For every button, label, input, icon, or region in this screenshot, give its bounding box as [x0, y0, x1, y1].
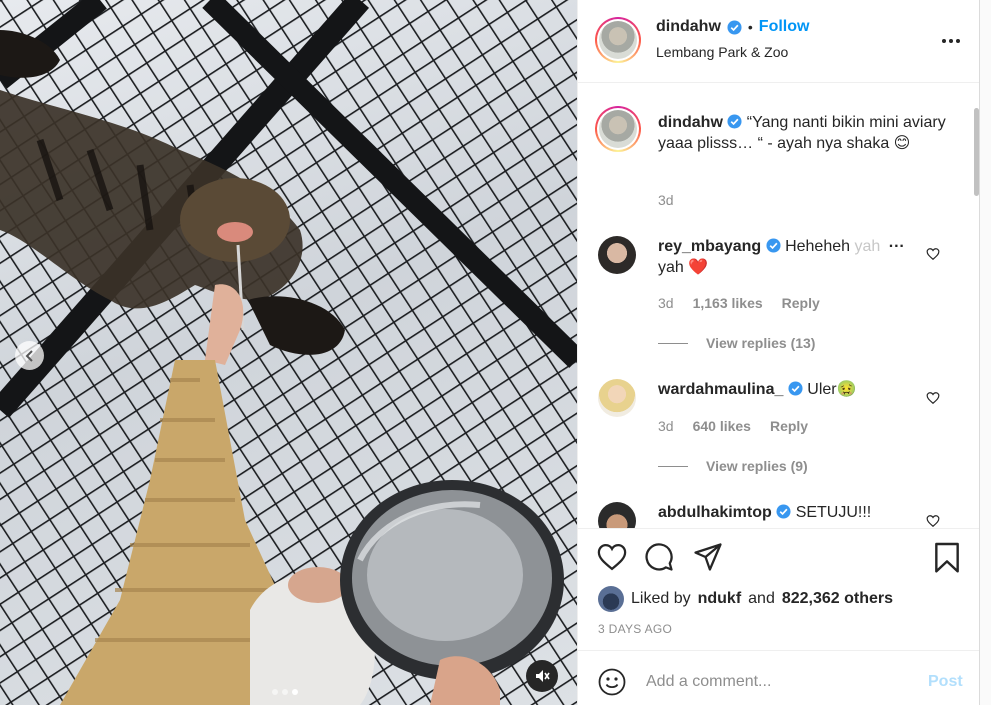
comment-username[interactable]: wardahmaulina_ [658, 381, 783, 398]
comment-username[interactable]: rey_mbayang [658, 238, 761, 255]
comment-body: abdulhakimtop SETUJU!!! [658, 502, 918, 523]
liker-avatar[interactable] [598, 586, 624, 612]
comment-more-icon[interactable]: ··· [889, 238, 905, 255]
like-comment-heart-icon[interactable] [926, 391, 940, 405]
carousel-dot [282, 689, 288, 695]
caption-username[interactable]: dindahw [658, 114, 723, 131]
comment-likes[interactable]: 640 likes [693, 418, 751, 434]
like-heart-icon[interactable] [597, 543, 627, 571]
comment-time[interactable]: 3d [658, 295, 674, 311]
caption: dindahw “Yang nanti bikin mini aviary ya… [658, 112, 948, 154]
comment-username[interactable]: abdulhakimtop [658, 504, 772, 521]
share-paper-plane-icon[interactable] [693, 542, 723, 572]
post-location[interactable]: Lembang Park & Zoo [656, 44, 788, 60]
post-actions: Liked by ndukf and 822,362 others 3 DAYS… [578, 528, 980, 650]
comment-meta: 3d 640 likes Reply [658, 418, 808, 434]
like-comment-heart-icon[interactable] [926, 514, 940, 528]
post-header: dindahw • Follow Lembang Park & Zoo [578, 0, 980, 83]
view-replies-label: View replies (13) [706, 335, 816, 351]
save-bookmark-icon[interactable] [933, 542, 961, 574]
comment-text: Uler🤢 [807, 381, 857, 398]
verified-badge-icon [776, 504, 791, 519]
verified-badge-icon [727, 114, 742, 129]
liked-by-others[interactable]: 822,362 others [782, 590, 893, 608]
commenter-avatar[interactable] [598, 379, 636, 417]
like-comment-heart-icon[interactable] [926, 247, 940, 261]
comment-body: wardahmaulina_ Uler🤢 [658, 379, 918, 400]
caption-time[interactable]: 3d [658, 192, 674, 208]
verified-badge-icon [766, 238, 781, 253]
verified-badge-icon [788, 381, 803, 396]
chevron-left-icon [25, 349, 33, 362]
liked-by-prefix: Liked by [631, 590, 691, 607]
reply-button[interactable]: Reply [782, 295, 820, 311]
emoji-smiley-icon[interactable] [598, 668, 626, 696]
comment-text-faded: yah [854, 238, 881, 255]
comment-text: SETUJU!!! [795, 504, 872, 521]
comment-likes[interactable]: 1,163 likes [693, 295, 763, 311]
separator-bullet: • [747, 19, 753, 35]
commenter-avatar[interactable] [598, 236, 636, 274]
comment-meta: 3d 1,163 likes Reply [658, 295, 820, 311]
carousel-indicator [272, 689, 298, 695]
window-edge [979, 0, 991, 705]
caption-avatar[interactable] [595, 106, 641, 152]
view-replies-button[interactable]: View replies (13) [658, 335, 815, 351]
comments-list[interactable]: dindahw “Yang nanti bikin mini aviary ya… [578, 84, 980, 528]
post-media[interactable] [0, 0, 577, 705]
comment-bubble-icon[interactable] [644, 542, 674, 572]
post-sidebar: dindahw • Follow Lembang Park & Zoo dind… [577, 0, 980, 705]
comment-text: Heheheh [785, 238, 851, 255]
comment-text-line2: yah ❤️ [658, 259, 709, 276]
view-replies-label: View replies (9) [706, 458, 808, 474]
author-username[interactable]: dindahw [656, 18, 721, 36]
comment-input[interactable] [646, 671, 916, 693]
view-replies-button[interactable]: View replies (9) [658, 458, 808, 474]
author-avatar[interactable] [595, 17, 641, 63]
liked-by: Liked by ndukf and 822,362 others [598, 586, 893, 612]
caption-meta: 3d [658, 192, 674, 208]
commenter-avatar[interactable] [598, 502, 636, 528]
post-date[interactable]: 3 DAYS AGO [598, 622, 672, 636]
comment-time[interactable]: 3d [658, 418, 674, 434]
more-horizontal-icon[interactable] [940, 30, 962, 52]
carousel-dot-active [292, 689, 298, 695]
follow-button[interactable]: Follow [759, 18, 810, 36]
post-photo [0, 0, 577, 705]
comment-body: rey_mbayang Heheheh yah ··· yah ❤️ [658, 236, 918, 278]
carousel-dot [272, 689, 278, 695]
add-comment-bar: Post [578, 650, 980, 705]
liked-by-user[interactable]: ndukf [698, 590, 742, 608]
speaker-muted-icon [536, 670, 550, 682]
liked-by-and: and [748, 590, 775, 607]
verified-badge-icon [727, 19, 742, 35]
post-comment-button[interactable]: Post [928, 673, 963, 691]
carousel-prev-button[interactable] [15, 341, 44, 370]
reply-button[interactable]: Reply [770, 418, 808, 434]
mute-button[interactable] [526, 660, 558, 692]
